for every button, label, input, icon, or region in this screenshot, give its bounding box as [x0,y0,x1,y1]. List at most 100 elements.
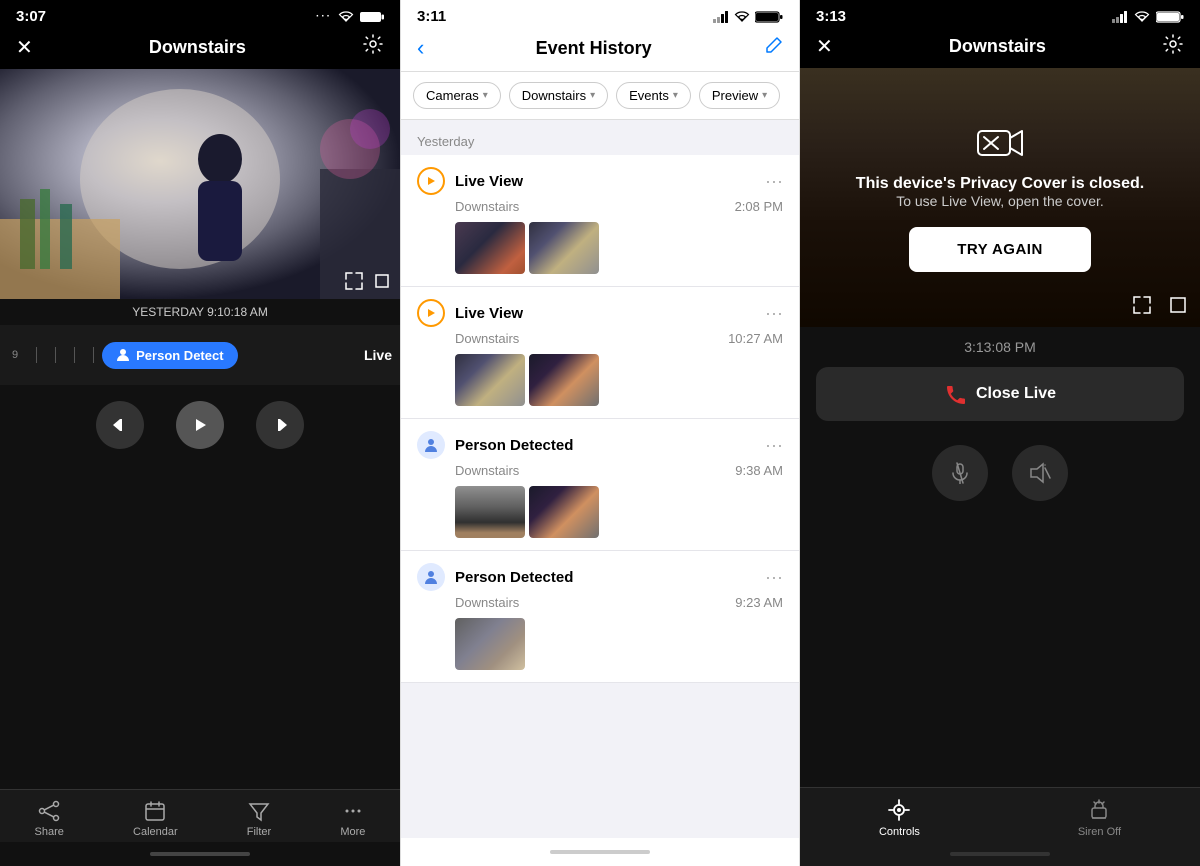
timeline-ticks: 9 [8,325,98,385]
fisheye-bg [0,69,400,299]
thumb-inner-3b [529,486,599,538]
event-location-4: Downstairs [455,595,519,610]
play-icon [191,416,209,434]
chevron-downstairs: ▾ [590,90,595,101]
expand-icon[interactable] [344,271,364,291]
nav-controls[interactable]: Controls [879,798,920,838]
home-bar-left [150,852,250,856]
crop-icon[interactable] [372,271,392,291]
timestamp-bar: YESTERDAY 9:10:18 AM [0,299,400,325]
close-live-label: Close Live [976,385,1056,403]
event-thumb-row-1 [417,222,783,274]
thumb-inner-2a [455,354,525,406]
close-button-left[interactable]: ✕ [16,35,33,60]
event-thumb-1a [455,222,525,274]
event-meta-4: Downstairs 9:23 AM [417,595,783,610]
filter-icon [248,800,270,822]
skip-forward-button[interactable] [256,401,304,449]
event-time-3: 9:38 AM [735,463,783,478]
edit-icon [763,36,783,56]
filter-cameras[interactable]: Cameras ▾ [413,82,501,109]
event-title-1: Live View [455,173,523,190]
controls-icon [887,798,911,822]
try-again-button[interactable]: TRY AGAIN [909,227,1091,272]
person-icon-3 [423,437,439,453]
fullscreen-icon[interactable] [1132,295,1152,315]
more-label: More [340,826,365,838]
camera-scene [0,69,400,299]
more-menu-3[interactable]: ··· [765,435,783,456]
play-icon-live-2 [425,307,437,319]
close-live-button[interactable]: Close Live [816,367,1184,421]
filter-events[interactable]: Events ▾ [616,82,691,109]
filter-downstairs[interactable]: Downstairs ▾ [509,82,608,109]
share-icon [38,800,60,822]
nav-filter[interactable]: Filter [247,800,271,838]
settings-icon-right [1162,33,1184,55]
events-list: Yesterday Live View ··· Downstairs 2:08 … [401,120,799,838]
skip-back-button[interactable] [96,401,144,449]
back-button-mid[interactable]: ‹ [417,35,424,61]
battery-icon-mid [755,10,783,24]
filter-downstairs-label: Downstairs [522,88,586,103]
edit-button-mid[interactable] [763,36,783,61]
battery-icon-left [360,11,384,23]
status-icons-mid [713,10,783,24]
nav-calendar[interactable]: Calendar [133,800,178,838]
event-title-2: Live View [455,305,523,322]
mic-button[interactable] [932,445,988,501]
wifi-icon-left [338,11,354,23]
event-thumb-row-2 [417,354,783,406]
person-detect-pill[interactable]: Person Detect [102,342,237,369]
timeline-bar[interactable]: 9 Person Detect Live [0,325,400,385]
time-right: 3:13 [816,8,846,25]
speaker-button[interactable] [1012,445,1068,501]
event-thumb-2a [455,354,525,406]
camera-overlay-icons [344,271,392,291]
more-menu-4[interactable]: ··· [765,567,783,588]
settings-button-right[interactable] [1162,33,1184,60]
skip-forward-icon [271,416,289,434]
share-label: Share [35,826,64,838]
privacy-subtitle: To use Live View, open the cover. [856,193,1144,209]
nav-bar-left: ✕ Downstairs [0,29,400,69]
person-icon-pill [116,348,130,362]
crop-icon-right[interactable] [1168,295,1188,315]
nav-siren[interactable]: Siren Off [1078,798,1121,838]
event-item-header-4: Person Detected ··· [417,563,783,591]
panel-middle: 3:11 ‹ Event History [400,0,800,866]
speaker-icon [1029,462,1051,484]
nav-bar-mid: ‹ Event History [401,29,799,72]
close-button-right[interactable]: ✕ [816,34,833,59]
chevron-preview: ▾ [762,90,767,101]
controls-row [816,437,1184,517]
event-icon-person-3 [417,431,445,459]
filter-preview[interactable]: Preview ▾ [699,82,780,109]
event-item-header-3: Person Detected ··· [417,431,783,459]
nav-share[interactable]: Share [35,800,64,838]
tick-4 [93,347,94,363]
more-menu-1[interactable]: ··· [765,171,783,192]
event-title-4: Person Detected [455,569,573,586]
home-bar-right [950,852,1050,856]
event-item-2[interactable]: Live View ··· Downstairs 10:27 AM [401,287,799,419]
event-meta-2: Downstairs 10:27 AM [417,331,783,346]
play-icon-live-1 [425,175,437,187]
chevron-cameras: ▾ [483,90,488,101]
playback-controls [0,385,400,465]
event-item-3[interactable]: Person Detected ··· Downstairs 9:38 AM [401,419,799,551]
privacy-text: This device's Privacy Cover is closed. T… [856,175,1144,209]
timeline-hour: 9 [12,349,18,361]
siren-label: Siren Off [1078,826,1121,838]
nav-more[interactable]: More [340,800,365,838]
event-item-4[interactable]: Person Detected ··· Downstairs 9:23 AM [401,551,799,683]
event-meta-3: Downstairs 9:38 AM [417,463,783,478]
status-bar-left: 3:07 ··· [0,0,400,29]
play-button[interactable] [176,401,224,449]
event-item-1[interactable]: Live View ··· Downstairs 2:08 PM [401,155,799,287]
thumb-inner-4a [455,618,525,670]
signal-icon-left: ··· [316,11,332,22]
settings-button-left[interactable] [362,33,384,61]
more-menu-2[interactable]: ··· [765,303,783,324]
signal-icon-right [1112,11,1128,23]
